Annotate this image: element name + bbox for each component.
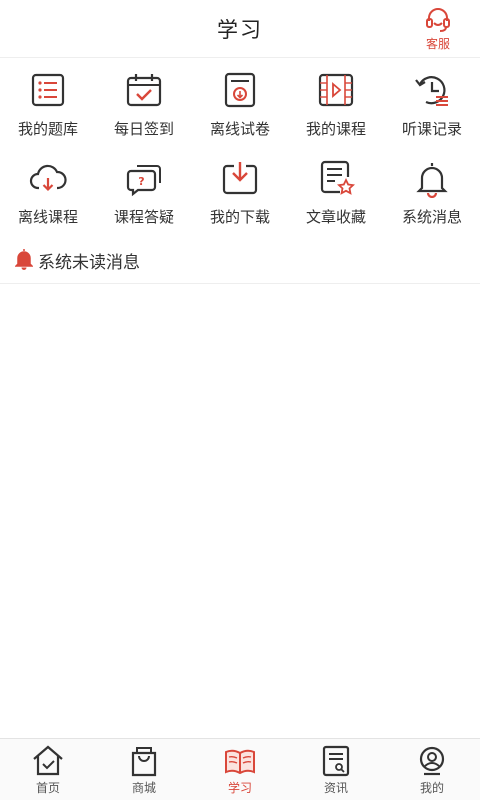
customer-service-button[interactable]: 客服: [410, 6, 466, 52]
home-icon: [31, 744, 65, 778]
page-title: 学习: [217, 18, 263, 42]
grid-item-course-qa[interactable]: ? 课程答疑: [96, 150, 192, 238]
tab-study[interactable]: 学习: [192, 739, 288, 800]
customer-service-label: 客服: [425, 37, 450, 51]
tab-label: 商城: [131, 781, 156, 795]
grid-item-question-bank[interactable]: 我的题库: [0, 62, 96, 150]
news-icon: [319, 744, 353, 778]
shopping-bag-icon: [127, 744, 161, 778]
profile-icon: [415, 744, 449, 778]
grid-item-label: 课程答疑: [113, 208, 174, 226]
headset-icon: [426, 8, 450, 32]
tab-news[interactable]: 资讯: [288, 739, 384, 800]
grid-item-my-courses[interactable]: 我的课程: [288, 62, 384, 150]
grid-item-label: 我的下载: [209, 208, 270, 226]
book-icon: [223, 744, 257, 778]
svg-text:?: ?: [138, 175, 144, 188]
tab-label: 首页: [35, 781, 60, 795]
grid-item-listening-history[interactable]: 听课记录: [384, 62, 480, 150]
tab-label: 资讯: [323, 781, 348, 795]
question-bank-icon: [28, 70, 68, 110]
bottom-tab-bar: 首页 商城 学习 资讯 我的: [0, 738, 480, 800]
history-icon: [412, 70, 452, 110]
chat-question-icon: ?: [124, 158, 164, 198]
tab-home[interactable]: 首页: [0, 739, 96, 800]
article-star-icon: [316, 158, 356, 198]
grid-item-offline-courses[interactable]: 离线课程: [0, 150, 96, 238]
tab-profile[interactable]: 我的: [384, 739, 480, 800]
unread-messages-label: 系统未读消息: [38, 253, 140, 273]
bell-icon: [15, 249, 33, 270]
grid-item-label: 我的题库: [17, 120, 78, 138]
grid-item-my-downloads[interactable]: 我的下载: [192, 150, 288, 238]
bell-icon: [412, 158, 452, 198]
grid-item-daily-checkin[interactable]: 每日签到: [96, 62, 192, 150]
tab-shop[interactable]: 商城: [96, 739, 192, 800]
course-video-icon: [316, 70, 356, 110]
feature-grid: 我的题库 每日签到 离线试卷 我的课程 听课记录 离线课程 ? 课程答疑 我的下…: [0, 62, 480, 238]
grid-item-label: 系统消息: [401, 208, 462, 226]
download-icon: [220, 158, 260, 198]
cloud-download-icon: [28, 158, 68, 198]
grid-item-label: 每日签到: [113, 120, 174, 138]
unread-messages-row[interactable]: 系统未读消息: [0, 238, 480, 284]
grid-item-label: 离线试卷: [209, 120, 270, 138]
grid-item-article-favorites[interactable]: 文章收藏: [288, 150, 384, 238]
grid-item-system-messages[interactable]: 系统消息: [384, 150, 480, 238]
grid-item-label: 听课记录: [401, 120, 462, 138]
grid-item-label: 我的课程: [305, 120, 366, 138]
app-header: 学习 客服: [0, 0, 480, 58]
tab-label: 学习: [227, 781, 252, 795]
grid-item-label: 离线课程: [17, 208, 78, 226]
grid-item-label: 文章收藏: [305, 208, 366, 226]
calendar-check-icon: [124, 70, 164, 110]
tab-label: 我的: [419, 781, 444, 795]
grid-item-offline-paper[interactable]: 离线试卷: [192, 62, 288, 150]
offline-paper-icon: [220, 70, 260, 110]
